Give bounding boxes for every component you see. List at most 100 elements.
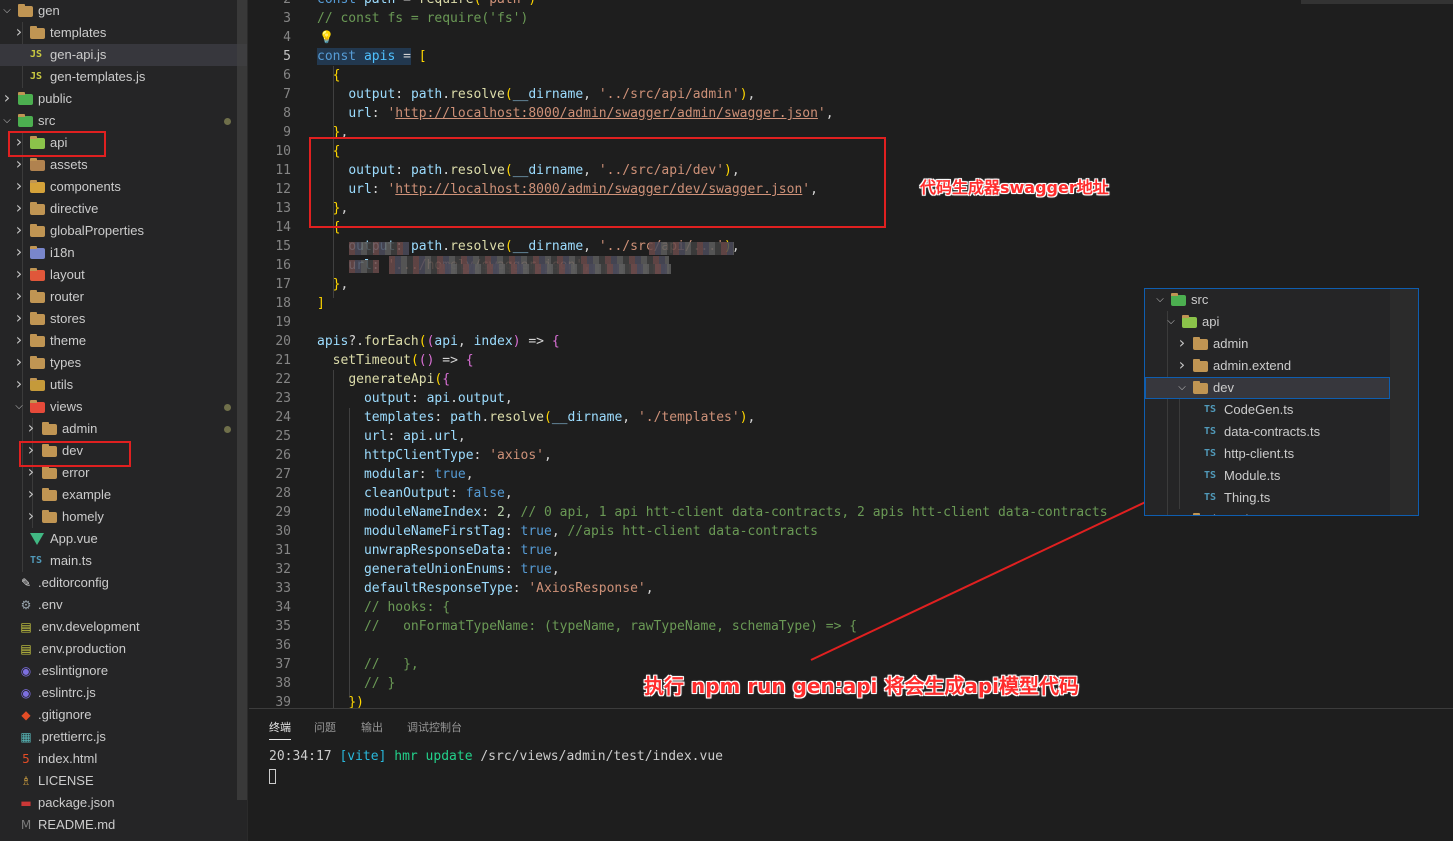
chevron-down-icon[interactable]: ⌵ [1175,377,1189,399]
chevron-right-icon[interactable]: › [1175,509,1189,515]
tree-item-types[interactable]: › types [0,352,247,374]
editorconfig-icon: ✎ [20,576,32,590]
chevron-right-icon[interactable]: › [12,352,26,374]
tree-item-thing-ts[interactable]: TS Thing.ts [1145,487,1418,509]
tree-item-editorconfig[interactable]: ✎ .editorconfig [0,572,247,594]
chevron-right-icon[interactable]: › [12,198,26,220]
tree-item-admin[interactable]: › admin [1145,333,1418,355]
chevron-right-icon[interactable]: › [24,484,38,506]
tree-item-views[interactable]: ⌵ views [0,396,247,418]
tree-item-i18n[interactable]: › i18n [0,242,247,264]
folder-icon [42,510,57,523]
tree-item-admin[interactable]: › admin [0,418,247,440]
explorer-scrollbar[interactable] [237,0,247,800]
tree-item-stores[interactable]: › stores [0,308,247,330]
env-file-icon: ▤ [20,620,32,634]
tree-item-gitignore[interactable]: ◆ .gitignore [0,704,247,726]
tree-item-license[interactable]: ♗ LICENSE [0,770,247,792]
chevron-right-icon[interactable]: › [12,154,26,176]
tree-item-module-ts[interactable]: TS Module.ts [1145,465,1418,487]
chevron-down-icon[interactable]: ⌵ [0,0,14,22]
folder-utils-icon [30,378,45,391]
tree-item-api[interactable]: ⌵ api [1145,311,1418,333]
chevron-right-icon[interactable]: › [24,418,38,440]
tree-item-globalproperties[interactable]: › globalProperties [0,220,247,242]
tree-item-codegen-ts[interactable]: TS CodeGen.ts [1145,399,1418,421]
tree-item-utils[interactable]: › utils [0,374,247,396]
tree-item-label: .eslintrc.js [38,685,96,700]
chevron-right-icon[interactable]: › [1175,355,1189,377]
tree-item-eslintrc-js[interactable]: ◉ .eslintrc.js [0,682,247,704]
chevron-right-icon[interactable]: › [12,242,26,264]
tree-item-label: admin [62,421,98,436]
tree-item-env-development[interactable]: ▤ .env.development [0,616,247,638]
chevron-right-icon[interactable]: › [12,264,26,286]
tree-item-label: templates [50,25,107,40]
tab-problems[interactable]: 问题 [314,719,336,735]
js-file-icon: JS [30,71,43,82]
tree-item-env-production[interactable]: ▤ .env.production [0,638,247,660]
tree-item-router[interactable]: › router [0,286,247,308]
tree-item-label: .gitignore [38,707,92,722]
tree-item-gen-templates-js[interactable]: JS gen-templates.js [0,66,247,88]
chevron-right-icon[interactable]: › [12,22,26,44]
tree-item-theme[interactable]: › theme [0,330,247,352]
chevron-down-icon[interactable]: ⌵ [1164,311,1178,333]
chevron-right-icon[interactable]: › [12,176,26,198]
tree-item-label: api [1202,314,1220,329]
ts-file-icon: TS [1204,404,1217,415]
folder-src-icon [1171,293,1186,306]
chevron-down-icon[interactable]: ⌵ [12,396,26,418]
chevron-right-icon[interactable]: › [1175,333,1189,355]
tree-item-example[interactable]: › example [0,484,247,506]
tree-item-readme-md[interactable]: M README.md [0,814,247,836]
chevron-right-icon[interactable]: › [12,286,26,308]
chevron-right-icon[interactable]: › [12,308,26,330]
chevron-right-icon[interactable]: › [12,330,26,352]
tree-item-prettierrc-js[interactable]: ▦ .prettierrc.js [0,726,247,748]
terminal-action: hmr update [394,749,473,764]
tab-debug-console[interactable]: 调试控制台 [407,719,462,735]
tree-item-directive[interactable]: › directive [0,198,247,220]
tree-item-env[interactable]: ⚙ .env [0,594,247,616]
tree-item-app-vue[interactable]: App.vue [0,528,247,550]
tree-item-layout[interactable]: › layout [0,264,247,286]
tree-item-src[interactable]: ⌵ src [0,110,247,132]
tree-item-public[interactable]: › public [0,88,247,110]
tree-item-homely[interactable]: › homely [0,506,247,528]
tree-item-src[interactable]: ⌵ src [1145,289,1418,311]
tree-item-components[interactable]: › components [0,176,247,198]
chevron-down-icon[interactable]: ⌵ [0,110,14,132]
chevron-right-icon[interactable]: › [0,88,14,110]
tree-item-package-json[interactable]: ▬ package.json [0,792,247,814]
vue-file-icon [30,533,44,545]
folder-src-icon [18,114,33,127]
tab-terminal[interactable]: 终端 [269,719,291,740]
chevron-right-icon[interactable]: › [24,506,38,528]
bottom-panel: 终端 问题 输出 调试控制台 20:34:17 [vite] hmr updat… [249,708,1453,841]
folder-icon [1193,513,1200,515]
tree-item-data-contracts-ts[interactable]: TS data-contracts.ts [1145,421,1418,443]
tree-item-gen[interactable]: ⌵ gen [0,0,247,22]
npm-icon: ▬ [20,796,32,810]
chevron-right-icon[interactable]: › [12,374,26,396]
tree-item-homely[interactable]: › homely [1145,509,1418,515]
tree-item-http-client-ts[interactable]: TS http-client.ts [1145,443,1418,465]
tree-item-templates[interactable]: › templates [0,22,247,44]
tab-output[interactable]: 输出 [361,719,383,735]
prettier-icon: ▦ [20,730,32,744]
tree-item-label: views [50,399,83,414]
tree-item-dev[interactable]: ⌵ dev [1145,377,1390,399]
chevron-down-icon[interactable]: ⌵ [1153,289,1167,311]
tree-item-index-html[interactable]: 5 index.html [0,748,247,770]
tree-item-gen-api-js[interactable]: JS gen-api.js [0,44,247,66]
tree-item-label: example [62,487,112,502]
tree-item-eslintignore[interactable]: ◉ .eslintignore [0,660,247,682]
tree-item-assets[interactable]: › assets [0,154,247,176]
terminal-cursor[interactable] [269,769,276,784]
chevron-right-icon[interactable]: › [12,220,26,242]
folder-icon [30,334,45,347]
tree-item-admin-extend[interactable]: › admin.extend [1145,355,1418,377]
terminal-path: /src/views/admin/test/index.vue [480,749,723,764]
tree-item-main-ts[interactable]: TS main.ts [0,550,247,572]
